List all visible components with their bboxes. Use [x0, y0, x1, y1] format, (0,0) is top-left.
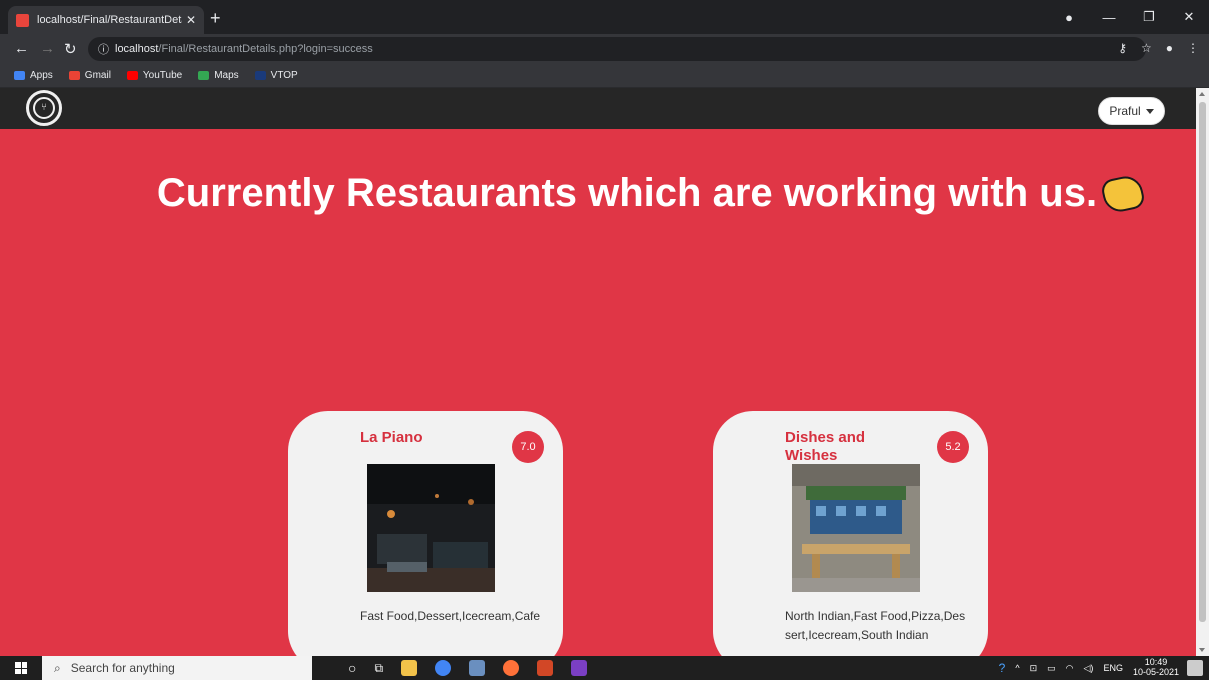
network-icon[interactable]: ⊡	[1030, 663, 1038, 674]
restaurant-photo[interactable]	[367, 464, 495, 592]
windows-taskbar: ⌕ Search for anything ○ ⧉ ? ^ ⊡ ▭ ◠ ◁) E…	[0, 656, 1209, 680]
bookmarks-bar: Apps Gmail YouTube Maps VTOP	[0, 64, 1209, 88]
tab-close-icon[interactable]: ✕	[182, 13, 200, 27]
fork-knife-icon: ⑂	[33, 97, 55, 119]
youtube-icon	[126, 71, 138, 80]
rating-badge: 7.0	[512, 431, 544, 463]
restaurant-name[interactable]: La Piano	[360, 429, 490, 447]
window-controls: ● — ❐ ✕	[1049, 0, 1209, 34]
search-placeholder: Search for anything	[70, 661, 175, 675]
site-navbar: ⑂ Praful	[0, 88, 1196, 129]
maximize-icon[interactable]: ❐	[1129, 9, 1169, 25]
browser-tab[interactable]: localhost/Final/RestaurantDetails ✕	[8, 6, 204, 34]
url-host: localhost	[115, 43, 159, 55]
scroll-down-icon[interactable]	[1199, 648, 1205, 652]
taskbar-search-box[interactable]: ⌕ Search for anything	[42, 656, 312, 680]
taskbar-apps: ○ ⧉	[348, 660, 588, 676]
search-icon: ⌕	[54, 660, 61, 675]
profile-circle-icon[interactable]: ●	[1049, 10, 1089, 25]
address-bar[interactable]: ⓘ localhost /Final/RestaurantDetails.php…	[88, 37, 1146, 61]
forward-arrow-icon[interactable]: →	[40, 40, 55, 57]
url-path: /Final/RestaurantDetails.php?login=succe…	[158, 43, 373, 55]
rating-badge: 5.2	[937, 431, 969, 463]
toolbar-actions: ⚷ ☆ ● ⋮	[1118, 41, 1199, 55]
maps-icon	[198, 71, 210, 80]
scroll-up-icon[interactable]	[1199, 92, 1205, 96]
key-icon[interactable]: ⚷	[1118, 41, 1127, 55]
restaurant-logo-icon[interactable]: ⑂	[26, 90, 62, 126]
bookmark-gmail[interactable]: Gmail	[68, 70, 111, 81]
chrome-icon[interactable]	[435, 660, 452, 676]
windows-logo-icon	[15, 662, 27, 674]
vtop-icon	[254, 71, 266, 80]
restaurant-card[interactable]: Dishes and Wishes 5.2 North Indian,Fast …	[713, 411, 988, 656]
profile-icon[interactable]: ●	[1166, 41, 1173, 55]
help-icon[interactable]: ?	[999, 661, 1006, 675]
caret-down-icon	[1145, 108, 1154, 114]
new-tab-button[interactable]: +	[210, 8, 221, 29]
bookmark-youtube[interactable]: YouTube	[126, 70, 182, 81]
page-scrollbar[interactable]	[1196, 88, 1209, 656]
cortana-icon[interactable]: ○	[348, 660, 356, 676]
battery-icon[interactable]: ▭	[1047, 663, 1056, 674]
page-title: Currently Restaurants which are working …	[150, 168, 1150, 218]
cuisine-list: Fast Food,Dessert,Icecream,Cafe	[360, 609, 541, 623]
language-indicator[interactable]: ENG	[1103, 663, 1123, 673]
restaurant-name[interactable]: Dishes and Wishes	[785, 429, 915, 465]
powerpoint-icon[interactable]	[537, 660, 554, 676]
info-icon[interactable]: ⓘ	[98, 41, 109, 57]
gmail-icon	[68, 71, 80, 80]
browser-tab-bar: localhost/Final/RestaurantDetails ✕ + ● …	[0, 0, 1209, 34]
app-icon[interactable]	[469, 660, 486, 676]
volume-icon[interactable]: ◁)	[1084, 663, 1094, 674]
wifi-icon[interactable]: ◠	[1066, 663, 1074, 674]
back-arrow-icon[interactable]: ←	[14, 40, 29, 57]
menu-dots-icon[interactable]: ⋮	[1187, 41, 1199, 55]
user-name: Praful	[1109, 104, 1141, 118]
bookmark-vtop[interactable]: VTOP	[254, 70, 298, 81]
cuisine-list: North Indian,Fast Food,Pizza,Dessert,Ice…	[785, 609, 966, 643]
firefox-icon[interactable]	[503, 660, 520, 676]
handshake-icon	[1099, 173, 1147, 215]
clock[interactable]: 10:49 10-05-2021	[1132, 657, 1179, 678]
reload-icon[interactable]: ↻	[64, 40, 77, 58]
bookmark-star-icon[interactable]: ☆	[1141, 41, 1152, 55]
notification-icon[interactable]	[1187, 660, 1203, 676]
page-content: ⑂ Praful Currently Restaurants which are…	[0, 88, 1196, 656]
browser-toolbar: ← → ↻ ⓘ localhost /Final/RestaurantDetai…	[0, 34, 1209, 64]
clock-date: 10-05-2021	[1132, 667, 1179, 677]
chevron-up-icon[interactable]: ^	[1015, 663, 1019, 673]
bookmark-maps[interactable]: Maps	[198, 70, 239, 81]
apps-grid-icon	[14, 71, 25, 80]
tab-favicon-icon	[16, 13, 29, 27]
restaurant-card[interactable]: La Piano 7.0 Fast Food,Dessert,Icecream,…	[288, 411, 563, 656]
tab-title: localhost/Final/RestaurantDetails	[37, 14, 182, 26]
start-button[interactable]	[0, 662, 42, 674]
task-view-icon[interactable]: ⧉	[374, 661, 383, 676]
file-explorer-icon[interactable]	[401, 660, 418, 676]
restaurant-photo[interactable]	[792, 464, 920, 592]
app-g-icon[interactable]	[571, 660, 588, 676]
minimize-icon[interactable]: —	[1089, 10, 1129, 25]
bookmark-apps[interactable]: Apps	[14, 70, 53, 81]
system-tray: ? ^ ⊡ ▭ ◠ ◁) ENG 10:49 10-05-2021	[999, 656, 1179, 680]
close-window-icon[interactable]: ✕	[1169, 9, 1209, 25]
user-dropdown-button[interactable]: Praful	[1098, 97, 1165, 125]
scrollbar-thumb[interactable]	[1199, 102, 1206, 622]
